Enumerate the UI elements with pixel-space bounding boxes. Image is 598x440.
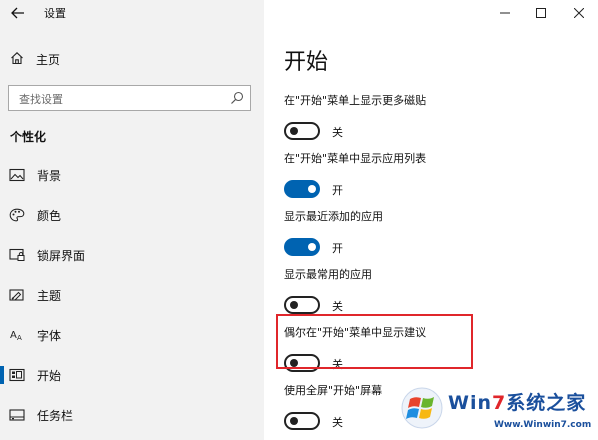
toggle-switch[interactable] [284, 180, 320, 198]
app-title: 设置 [44, 7, 66, 20]
setting-label: 在"开始"菜单上显示更多磁贴 [284, 94, 427, 107]
toggle-state-label: 开 [332, 242, 343, 255]
sidebar-item-lock-screen[interactable]: 锁屏界面 [0, 240, 264, 270]
windows-logo-icon [401, 387, 443, 429]
sidebar-item-label: 背景 [37, 169, 62, 183]
watermark: Win7系统之家 Www.Winwin7.com [398, 382, 598, 440]
watermark-brand-suffix: 系统之家 [506, 392, 587, 414]
watermark-brand-prefix: Win [448, 392, 492, 414]
setting-label: 显示最近添加的应用 [284, 210, 383, 223]
sidebar-item-taskbar[interactable]: 任务栏 [0, 400, 264, 430]
sidebar-item-label: 颜色 [37, 209, 62, 223]
back-button[interactable] [6, 2, 30, 24]
toggle-state-label: 关 [332, 416, 343, 429]
home-icon [11, 52, 23, 65]
sidebar-item-label: 字体 [37, 329, 62, 343]
minimize-icon [500, 12, 510, 14]
sidebar-item-colors[interactable]: 颜色 [0, 200, 264, 230]
toggle-switch[interactable] [284, 412, 320, 430]
toggle-switch[interactable] [284, 122, 320, 140]
toggle-state-label: 开 [332, 184, 343, 197]
sidebar-item-label: 任务栏 [37, 409, 74, 423]
toggle-switch[interactable] [284, 296, 320, 314]
toggle-knob [308, 243, 316, 251]
start-icon [9, 368, 25, 382]
highlight-box [276, 314, 473, 369]
sidebar-item-fonts[interactable]: A A 字体 [0, 320, 264, 350]
font-icon: A A [10, 330, 22, 342]
setting-label: 在"开始"菜单中显示应用列表 [284, 152, 427, 165]
setting-most-used: 显示最常用的应用 关 [284, 266, 584, 317]
sidebar-item-background[interactable]: 背景 [0, 160, 264, 190]
section-title: 个性化 [10, 130, 47, 144]
sidebar-item-themes[interactable]: 主题 [0, 280, 264, 310]
title-bar: 设置 [0, 0, 264, 28]
toggle-state-label: 关 [332, 300, 343, 313]
toggle-switch[interactable] [284, 238, 320, 256]
main-pane: 开始 在"开始"菜单上显示更多磁贴 关 在"开始"菜单中显示应用列表 开 显示最… [264, 0, 598, 440]
svg-text:A: A [17, 334, 22, 342]
sidebar-item-label: 主页 [36, 53, 61, 67]
theme-icon [9, 289, 24, 301]
toggle-knob [290, 301, 298, 309]
close-icon [573, 7, 585, 19]
maximize-button[interactable] [524, 2, 558, 24]
setting-app-list: 在"开始"菜单中显示应用列表 开 [284, 150, 584, 201]
lock-screen-icon [9, 248, 25, 261]
sidebar-item-start[interactable]: 开始 [0, 360, 264, 390]
watermark-url: Www.Winwin7.com [494, 420, 592, 430]
setting-recently-added: 显示最近添加的应用 开 [284, 208, 584, 259]
minimize-button[interactable] [488, 2, 522, 24]
setting-label: 显示最常用的应用 [284, 268, 372, 281]
page-title: 开始 [284, 50, 329, 75]
watermark-brand-seven: 7 [492, 392, 507, 414]
sidebar-item-label: 主题 [37, 289, 62, 303]
picture-icon [9, 168, 25, 182]
toggle-knob [290, 417, 298, 425]
search-icon[interactable] [230, 91, 244, 105]
search-input[interactable]: 查找设置 [8, 85, 251, 111]
sidebar-item-label: 开始 [37, 369, 62, 383]
toggle-knob [308, 185, 316, 193]
sidebar: 设置 主页 查找设置 个性化 背景 颜色 锁屏界面 主题 A A 字体 开始 任… [0, 0, 264, 440]
sidebar-item-home[interactable]: 主页 [0, 46, 264, 72]
sidebar-item-label: 锁屏界面 [37, 249, 86, 263]
maximize-icon [536, 8, 546, 18]
close-button[interactable] [562, 2, 596, 24]
taskbar-icon [9, 409, 25, 421]
svg-text:A: A [10, 330, 17, 341]
toggle-state-label: 关 [332, 126, 343, 139]
search-placeholder: 查找设置 [19, 93, 63, 106]
setting-more-tiles: 在"开始"菜单上显示更多磁贴 关 [284, 92, 584, 143]
watermark-brand: Win7系统之家 [448, 388, 586, 415]
palette-icon [9, 208, 25, 222]
arrow-left-icon [11, 7, 24, 19]
toggle-knob [290, 127, 298, 135]
